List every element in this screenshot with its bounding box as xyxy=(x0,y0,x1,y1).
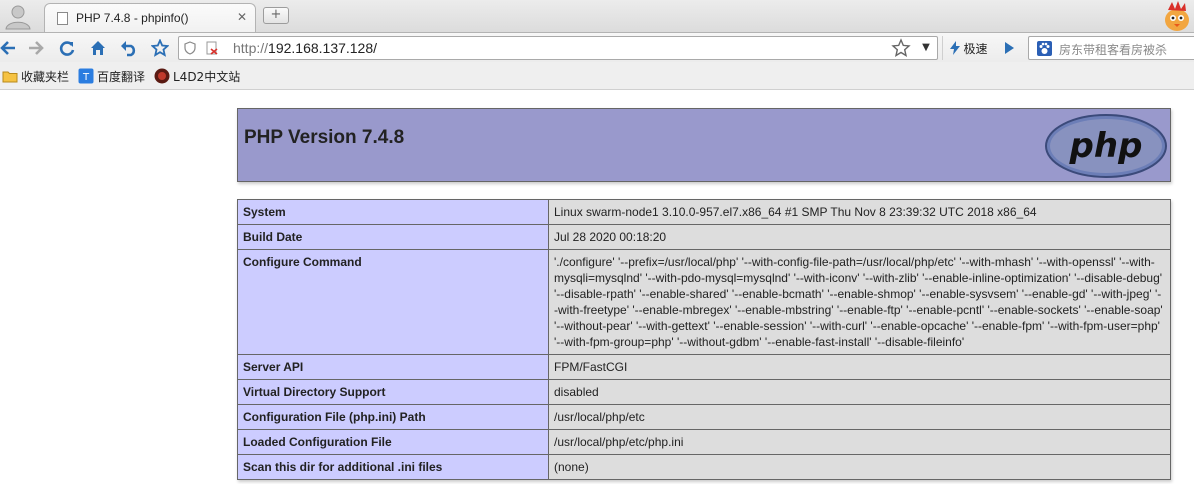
play-button[interactable] xyxy=(997,36,1021,60)
user-avatar-icon[interactable] xyxy=(3,2,33,30)
table-row: Scan this dir for additional .ini files(… xyxy=(237,454,1171,480)
star-icon xyxy=(151,39,169,57)
php-logo-icon[interactable]: php xyxy=(1044,113,1168,179)
home-button[interactable] xyxy=(86,37,110,59)
tab-strip: PHP 7.4.8 - phpinfo() ✕ + xyxy=(0,0,1194,32)
forward-button[interactable] xyxy=(24,37,48,59)
close-tab-icon[interactable]: ✕ xyxy=(235,9,249,25)
url-dropdown-icon[interactable]: ▼ xyxy=(919,41,933,55)
refresh-icon xyxy=(59,41,75,56)
svg-text:T: T xyxy=(82,72,90,83)
tab-phpinfo[interactable]: PHP 7.4.8 - phpinfo() ✕ xyxy=(44,3,256,32)
phpinfo-table: System Linux swarm-node1 3.10.0-957.el7.x… xyxy=(237,199,1171,480)
folder-icon xyxy=(2,71,18,83)
page-title: PHP Version 7.4.8 xyxy=(244,127,405,148)
setting-value: (none) xyxy=(548,454,1171,480)
setting-value: Jul 28 2020 00:18:20 xyxy=(548,224,1171,250)
bookmark-star-icon[interactable] xyxy=(891,38,911,58)
setting-name: Build Date xyxy=(237,224,549,250)
address-bar[interactable]: http://192.168.137.128/ ▼ xyxy=(178,36,938,60)
phpinfo-header: PHP Version 7.4.8 php xyxy=(237,108,1171,182)
url-scheme: http:// xyxy=(233,40,269,56)
table-row: Configuration File (php.ini) Path/usr/lo… xyxy=(237,404,1171,430)
forward-arrow-icon xyxy=(29,41,44,55)
setting-value: disabled xyxy=(548,379,1171,405)
setting-value: /usr/local/php/etc/php.ini xyxy=(548,429,1171,455)
table-row: Virtual Directory Support disabled xyxy=(237,379,1171,405)
bookmark-favorites-bar[interactable]: 收藏夹栏 xyxy=(2,67,69,85)
url-text[interactable]: http://192.168.137.128/ xyxy=(233,40,377,56)
page-content: PHP Version 7.4.8 php System Linux swarm-… xyxy=(0,91,1194,484)
refresh-button[interactable] xyxy=(55,37,79,59)
new-tab-button[interactable]: + xyxy=(263,7,289,24)
setting-name: System xyxy=(237,199,549,225)
l4d2-site-icon xyxy=(154,68,170,84)
table-row: Loaded Configuration File/usr/local/php/… xyxy=(237,429,1171,455)
navigation-toolbar: http://192.168.137.128/ ▼ 极速 房东带租客看房被杀 xyxy=(0,32,1194,62)
page-blocked-icon xyxy=(206,41,218,55)
url-host: 192.168.137.128/ xyxy=(268,40,378,56)
shield-icon xyxy=(184,41,196,55)
setting-name: Configuration File (php.ini) Path xyxy=(237,404,549,430)
speed-mode-button[interactable]: 极速 xyxy=(942,36,994,60)
home-icon xyxy=(91,41,105,55)
speed-mode-label: 极速 xyxy=(963,41,988,56)
php-logo-text: php xyxy=(1069,126,1143,166)
setting-name: Loaded Configuration File xyxy=(237,429,549,455)
play-icon xyxy=(1005,42,1014,54)
bookmark-baidu-translate[interactable]: T 百度翻译 xyxy=(78,67,145,85)
setting-name: Virtual Directory Support xyxy=(237,379,549,405)
translate-icon: T xyxy=(78,68,94,84)
table-row: Server API FPM/FastCGI xyxy=(237,354,1171,380)
setting-name: Server API xyxy=(237,354,549,380)
browser-mascot-icon[interactable] xyxy=(1160,0,1194,32)
back-arrow-icon xyxy=(0,41,15,55)
bookmark-label: 百度翻译 xyxy=(97,69,146,84)
undo-icon xyxy=(121,41,136,57)
table-row: Build Date Jul 28 2020 00:18:20 xyxy=(237,224,1171,250)
setting-value: FPM/FastCGI xyxy=(548,354,1171,380)
search-box[interactable]: 房东带租客看房被杀 xyxy=(1028,36,1194,60)
setting-value: Linux swarm-node1 3.10.0-957.el7.x86_64 … xyxy=(548,199,1171,225)
baidu-paw-icon[interactable] xyxy=(1037,41,1052,56)
back-button[interactable] xyxy=(0,37,20,59)
search-suggestion-text: 房东带租客看房被杀 xyxy=(1059,43,1168,57)
page-icon xyxy=(57,12,68,25)
bookmarks-bar: 收藏夹栏 T 百度翻译 L4D2中文站 xyxy=(0,62,1194,90)
bookmark-l4d2[interactable]: L4D2中文站 xyxy=(154,67,240,85)
setting-value: /usr/local/php/etc xyxy=(548,404,1171,430)
undo-close-button[interactable] xyxy=(117,37,141,59)
table-row: System Linux swarm-node1 3.10.0-957.el7.x… xyxy=(237,199,1171,225)
table-row: Configure Command './configure' '--prefix… xyxy=(237,249,1171,355)
tab-title: PHP 7.4.8 - phpinfo() xyxy=(76,11,189,25)
setting-name: Scan this dir for additional .ini files xyxy=(237,454,549,480)
favorites-button[interactable] xyxy=(148,37,172,59)
bookmark-label: 收藏夹栏 xyxy=(21,69,70,84)
setting-name: Configure Command xyxy=(237,249,549,355)
bookmark-label: L4D2中文站 xyxy=(173,69,241,84)
setting-value: './configure' '--prefix=/usr/local/php' … xyxy=(548,249,1171,355)
lightning-icon xyxy=(950,41,961,55)
